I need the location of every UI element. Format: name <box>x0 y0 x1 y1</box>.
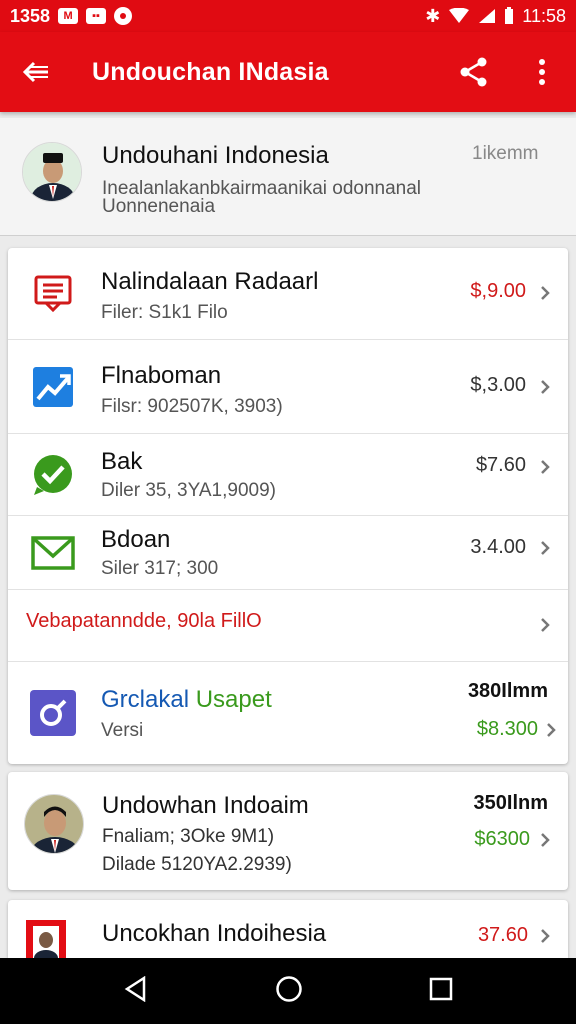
item-subtitle: Filsr: 902507K, 3903) <box>101 396 283 417</box>
wifi-icon <box>449 8 470 23</box>
featured-subtitle: Versi <box>101 720 144 741</box>
profile-name: Undouhani Indonesia <box>102 142 329 169</box>
person-card-partial[interactable]: Uncokhan Indoihesia 37.60 <box>8 900 568 958</box>
item-price: $,3.00 <box>470 374 526 396</box>
item-subtitle: Filer: S1k1 Filo <box>101 302 228 323</box>
nav-back-button[interactable] <box>123 975 149 1007</box>
featured-title-part2: Usapet <box>195 686 272 713</box>
item-title: Flnaboman <box>101 362 222 389</box>
home-circle-icon <box>276 975 302 1002</box>
item-list-card: Nalindalaan Radaarl Filer: S1k1 Filo $,9… <box>8 248 568 764</box>
notice-row[interactable]: Vebapatanndde, 90la FillO <box>8 590 568 662</box>
avatar <box>24 794 84 854</box>
battery-icon <box>505 7 514 24</box>
featured-title-part1: Grclakal <box>101 686 190 713</box>
person-avatar-icon <box>33 926 59 958</box>
item-title: Bdoan <box>101 526 171 553</box>
receipt-icon <box>30 270 76 316</box>
person-name: Undowhan Indoaim <box>102 792 309 819</box>
person-meta: 350Ilnm <box>473 792 548 814</box>
chevron-right-icon <box>541 618 550 632</box>
item-subtitle: Siler 317; 300 <box>101 558 219 579</box>
item-title: Nalindalaan Radaarl <box>101 268 319 295</box>
recents-square-icon <box>429 977 453 1000</box>
list-item[interactable]: Bak Diler 35, 3YA1,9009) $7.60 <box>8 434 568 516</box>
item-price: $7.60 <box>475 454 526 476</box>
status-time-left: 1358 <box>10 5 51 26</box>
status-bar: 1358 M ▪▪ ✱ 11:58 <box>0 0 576 32</box>
notification-icon: M <box>58 8 79 24</box>
chevron-right-icon <box>547 723 556 737</box>
more-options-button[interactable] <box>508 32 576 112</box>
chevron-right-icon <box>541 460 550 474</box>
person-avatar-icon <box>25 795 83 853</box>
profile-meta: 1ikemm <box>472 143 539 164</box>
featured-item[interactable]: Grclakal Usapet Versi 380Ilmm $8.300 <box>8 662 568 764</box>
person-avatar-icon <box>23 143 81 201</box>
person-card[interactable]: Undowhan Indoaim Fnaliam; 3Oke 9M1) Dila… <box>8 772 568 890</box>
list-item[interactable]: Nalindalaan Radaarl Filer: S1k1 Filo $,9… <box>8 248 568 340</box>
more-vert-icon <box>539 59 545 85</box>
featured-price: $8.300 <box>476 718 538 740</box>
app-title: Undouchan INdasia <box>92 57 329 86</box>
profile-header <box>0 118 576 236</box>
chart-trend-icon <box>30 364 76 410</box>
system-nav-bar <box>0 958 576 1024</box>
back-button[interactable] <box>0 32 72 112</box>
featured-meta: 380Ilmm <box>467 680 548 702</box>
chevron-right-icon <box>541 929 550 943</box>
check-chat-icon <box>30 452 76 498</box>
signal-icon <box>479 9 496 23</box>
profile-description: Inealanlakanbkairmaanikai odonnanal Uonn… <box>102 178 422 217</box>
status-time-right: 11:58 <box>522 5 566 26</box>
chevron-right-icon <box>541 286 550 300</box>
item-subtitle: Diler 35, 3YA1,9009) <box>101 480 276 501</box>
person-line1: Fnaliam; 3Oke 9M1) <box>102 826 275 847</box>
share-button[interactable] <box>440 32 508 112</box>
record-icon <box>114 7 133 25</box>
avatar <box>22 142 82 202</box>
item-price: 3.4.00 <box>470 536 526 558</box>
person-price: $6300 <box>474 828 530 850</box>
item-price: $,9.00 <box>470 280 526 302</box>
person-price: 37.60 <box>477 924 528 946</box>
notice-text: Vebapatanndde, 90la FillO <box>26 610 262 632</box>
person-name: Uncokhan Indoihesia <box>102 920 327 947</box>
game-controller-icon: ▪▪ <box>86 8 107 24</box>
item-title: Bak <box>101 448 143 475</box>
back-arrow-icon <box>22 61 48 83</box>
nav-recents-button[interactable] <box>429 977 453 1006</box>
chevron-right-icon <box>541 541 550 555</box>
chevron-right-icon <box>541 833 550 847</box>
app-bar: Undouchan INdasia <box>0 32 576 112</box>
share-icon <box>460 57 487 87</box>
back-triangle-icon <box>124 975 146 1002</box>
chevron-right-icon <box>541 380 550 394</box>
featured-title: Grclakal Usapet <box>101 686 272 714</box>
avatar-thumbnail <box>26 920 66 958</box>
list-item[interactable]: Bdoan Siler 317; 300 3.4.00 <box>8 516 568 590</box>
person-line2: Dilade 5120YA2.2939) <box>102 854 292 875</box>
app-logo-icon <box>30 690 76 736</box>
list-item[interactable]: Flnaboman Filsr: 902507K, 3903) $,3.00 <box>8 340 568 434</box>
mail-icon <box>30 530 76 576</box>
bluetooth-icon: ✱ <box>425 5 441 26</box>
nav-home-button[interactable] <box>275 975 303 1008</box>
